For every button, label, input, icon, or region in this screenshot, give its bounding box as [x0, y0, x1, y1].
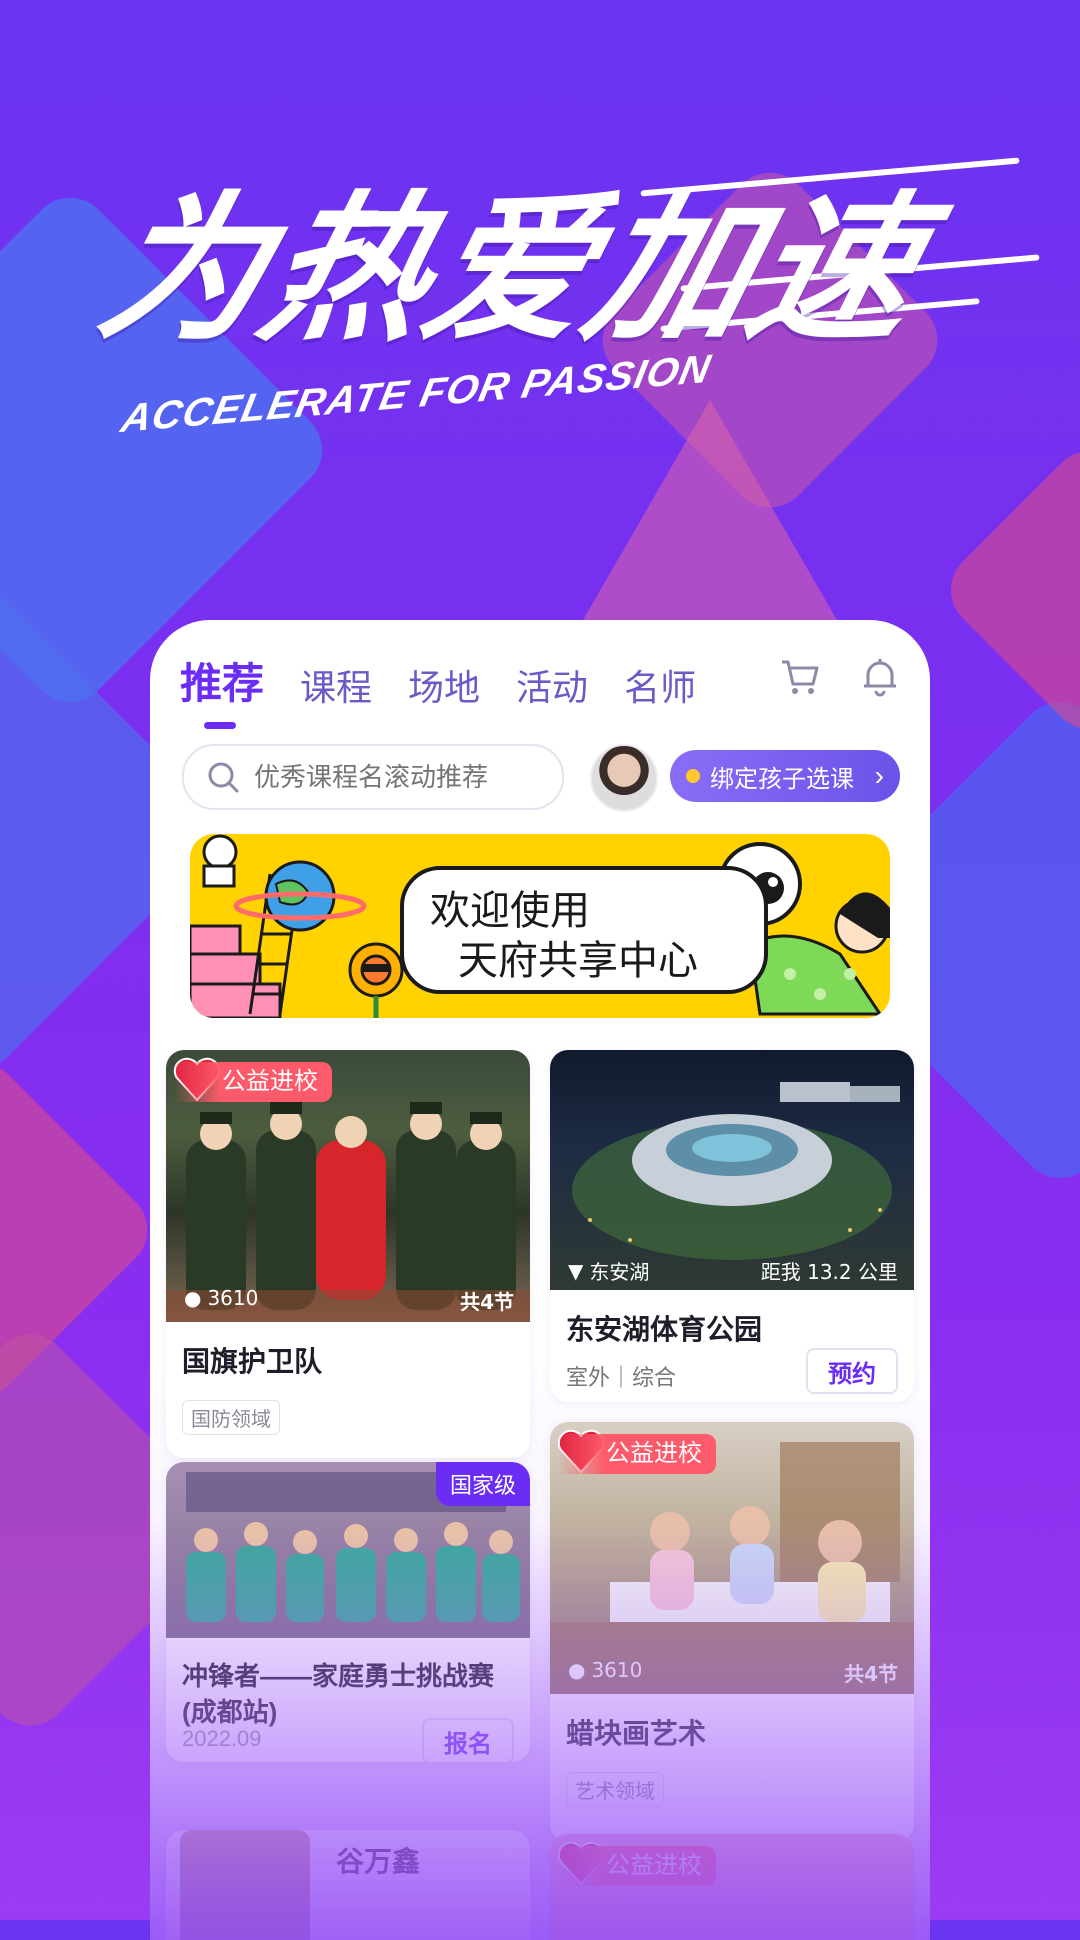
course-card-crayon[interactable]: 公益进校 ● 3610 共4节 蜡块画艺术 艺术领域 — [550, 1422, 914, 1842]
level-tag: 国家级 — [435, 1462, 530, 1506]
venue-meta: 室外｜综合 — [566, 1365, 677, 1390]
venue-title: 东安湖体育公园 — [566, 1314, 763, 1345]
view-count-value: 3610 — [591, 1658, 643, 1682]
view-count-value: 3610 — [207, 1286, 259, 1310]
category-tag: 国防领域 — [182, 1400, 280, 1435]
venue-card-park[interactable]: ▼ 东安湖 距我 13.2 公里 东安湖体育公园 室外｜综合 预约 — [550, 1050, 914, 1402]
tab-teachers[interactable]: 名师 — [624, 659, 696, 711]
hero-banner: 为热爱加速 ACCELERATE FOR PASSION — [40, 140, 1040, 480]
lesson-count: 共4节 — [844, 1662, 898, 1686]
bind-child-label: 绑定孩子选课 — [710, 765, 854, 793]
distance-label: 距我 13.2 公里 — [760, 1260, 898, 1284]
lesson-count: 共4节 — [460, 1290, 514, 1314]
top-icons — [778, 654, 902, 698]
activity-card-challenge[interactable]: 国家级 冲锋者——家庭勇士挑战赛(成都站) 2022.09 报名 — [166, 1462, 530, 1762]
app-screen: 推荐 课程 场地 活动 名师 绑定孩子选课 › — [150, 620, 930, 1940]
venue-photo — [550, 1050, 914, 1290]
course-card-flag-guard[interactable]: 公益进校 ● 3610 共4节 国旗护卫队 国防领域 — [166, 1050, 530, 1458]
category-tag: 艺术领域 — [566, 1772, 664, 1807]
course-title: 蜡块画艺术 — [566, 1718, 707, 1749]
hero-title: 为热爱加速 — [83, 176, 940, 363]
chevron-right-icon: › — [874, 760, 884, 791]
person-icon: ● — [184, 1286, 202, 1310]
activity-date: 2022.09 — [182, 1726, 262, 1751]
location-pin-icon: ▼ — [568, 1258, 584, 1283]
view-count: ● 3610 — [568, 1658, 642, 1682]
charity-tag: 公益进校 — [558, 1846, 716, 1886]
signup-button[interactable]: 报名 — [422, 1718, 514, 1762]
cart-icon[interactable] — [778, 654, 822, 698]
search-bar[interactable] — [182, 744, 564, 810]
location-value: 东安湖 — [589, 1260, 650, 1284]
tab-activities[interactable]: 活动 — [516, 659, 588, 711]
teacher-photo — [180, 1830, 310, 1940]
view-count: ● 3610 — [184, 1286, 258, 1310]
tab-venues[interactable]: 场地 — [408, 659, 480, 711]
tab-recommend[interactable]: 推荐 — [180, 650, 264, 729]
welcome-banner[interactable]: 欢迎使用 天府共享中心 — [190, 834, 890, 1018]
banner-line2: 天府共享中心 — [458, 938, 698, 984]
avatar[interactable] — [590, 744, 658, 812]
bell-icon[interactable] — [858, 654, 902, 698]
person-icon: ● — [568, 1658, 586, 1682]
search-icon — [208, 762, 239, 793]
dot-icon — [686, 769, 700, 783]
location-label: ▼ 东安湖 — [568, 1256, 649, 1285]
bind-child-button[interactable]: 绑定孩子选课 › — [670, 750, 900, 802]
search-input[interactable] — [252, 760, 536, 794]
teacher-card[interactable]: 谷万鑫 — [166, 1830, 530, 1940]
charity-tag: 公益进校 — [174, 1062, 332, 1102]
book-button[interactable]: 预约 — [806, 1348, 898, 1394]
teacher-name: 谷万鑫 — [336, 1846, 421, 1877]
top-tabs: 推荐 课程 场地 活动 名师 — [180, 650, 696, 729]
charity-tag: 公益进校 — [558, 1434, 716, 1474]
course-card-bottom[interactable]: 公益进校 — [550, 1834, 914, 1940]
tab-courses[interactable]: 课程 — [300, 659, 372, 711]
course-title: 国旗护卫队 — [182, 1346, 323, 1377]
